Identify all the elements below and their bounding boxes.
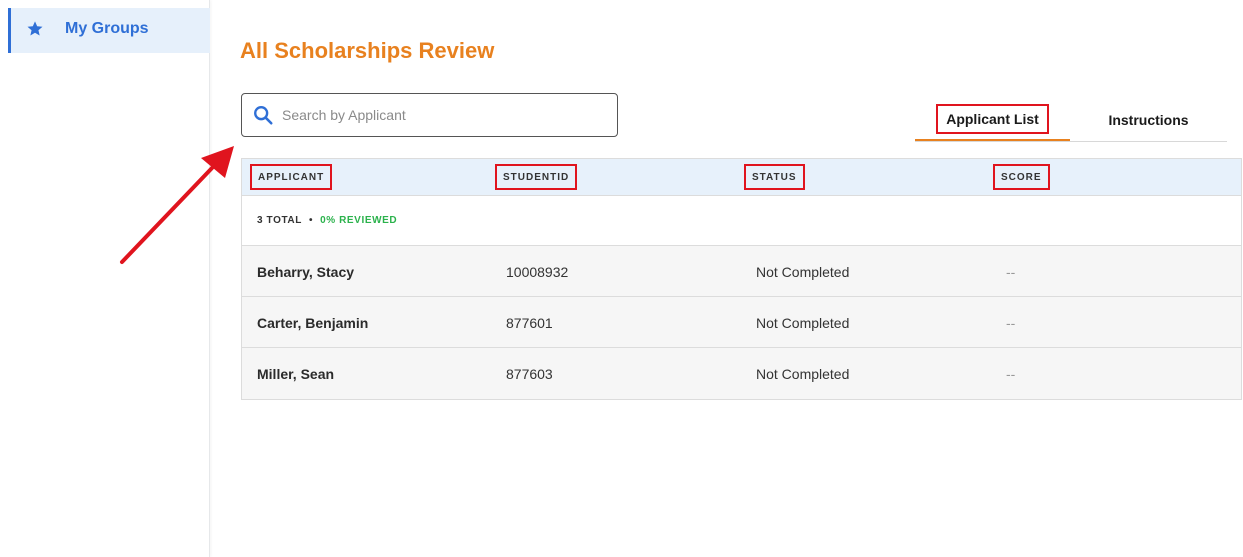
star-icon [26, 20, 44, 38]
status: Not Completed [756, 263, 850, 280]
student-id: 877603 [506, 365, 553, 382]
separator-dot: • [308, 215, 314, 226]
sidebar-item-my-groups[interactable]: My Groups [8, 8, 210, 53]
score: -- [1006, 263, 1016, 280]
column-header-applicant[interactable]: APPLICANT [250, 164, 333, 190]
sidebar: My Groups [0, 0, 210, 557]
score: -- [1006, 365, 1016, 382]
table-row[interactable]: Beharry, Stacy 10008932 Not Completed -- [242, 246, 1241, 297]
applicant-table: APPLICANT STUDENTID STATUS SCORE 3 TOTAL… [241, 158, 1242, 400]
tab-label: Applicant List [936, 103, 1049, 134]
search-box[interactable] [241, 93, 618, 137]
search-input[interactable] [282, 107, 602, 123]
column-header-status[interactable]: STATUS [744, 164, 805, 190]
table-row[interactable]: Miller, Sean 877603 Not Completed -- [242, 348, 1241, 399]
tab-instructions[interactable]: Instructions [1070, 98, 1227, 141]
table-summary: 3 TOTAL • 0% REVIEWED [242, 196, 1241, 246]
tab-label: Instructions [1108, 111, 1189, 128]
reviewed-percent: 0% REVIEWED [320, 215, 398, 226]
score: -- [1006, 314, 1016, 331]
tab-bar: Applicant List Instructions [915, 98, 1227, 142]
applicant-name: Beharry, Stacy [257, 263, 355, 280]
column-header-score[interactable]: SCORE [993, 164, 1050, 190]
tab-applicant-list[interactable]: Applicant List [915, 98, 1070, 141]
status: Not Completed [756, 365, 850, 382]
annotation-arrow-icon [120, 146, 234, 264]
table-header: APPLICANT STUDENTID STATUS SCORE [242, 159, 1241, 196]
applicant-name: Carter, Benjamin [257, 314, 369, 331]
total-count: 3 TOTAL [257, 215, 302, 226]
table-row[interactable]: Carter, Benjamin 877601 Not Completed -- [242, 297, 1241, 348]
sidebar-item-label: My Groups [65, 20, 149, 37]
column-header-studentid[interactable]: STUDENTID [495, 164, 578, 190]
student-id: 10008932 [506, 263, 569, 280]
student-id: 877601 [506, 314, 553, 331]
status: Not Completed [756, 314, 850, 331]
page-title: All Scholarships Review [240, 38, 495, 63]
applicant-name: Miller, Sean [257, 365, 335, 382]
search-icon [252, 104, 274, 126]
